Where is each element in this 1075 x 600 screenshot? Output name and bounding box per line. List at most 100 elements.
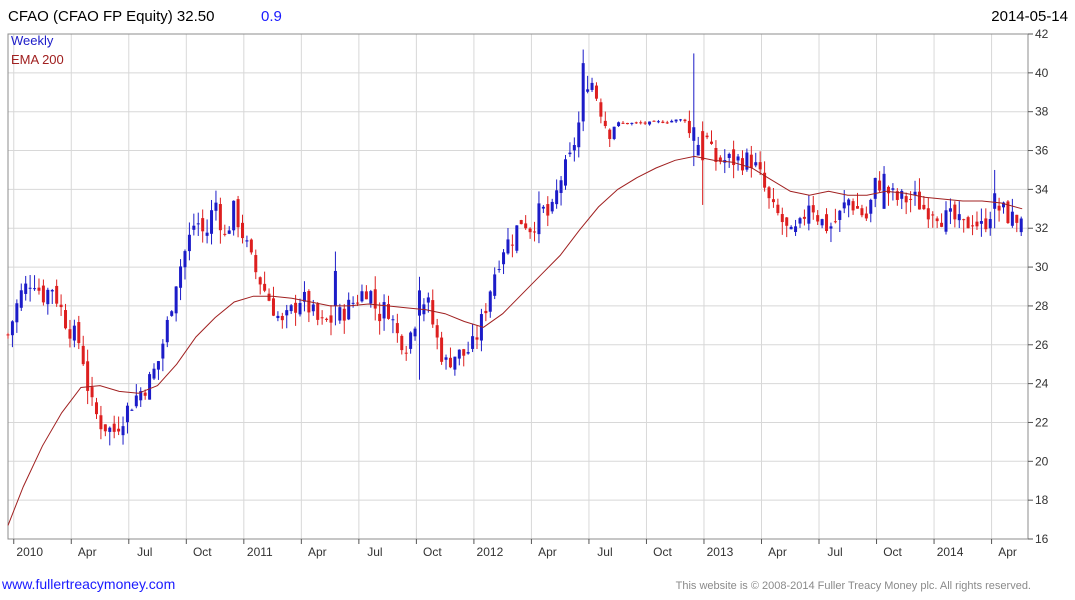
candle-body	[94, 402, 98, 415]
candle-body	[625, 122, 629, 125]
candle-body	[152, 368, 156, 379]
candle-body	[426, 297, 430, 303]
candle-body	[369, 291, 373, 304]
candle-body	[99, 415, 103, 430]
candle-body	[55, 285, 59, 304]
candle-body	[466, 352, 470, 354]
candle-body	[794, 226, 798, 232]
candle-body	[603, 120, 607, 127]
site-link[interactable]: www.fullertreacymoney.com	[2, 576, 175, 592]
candle-body	[1015, 214, 1019, 223]
candle-body	[634, 122, 638, 124]
candle-body	[249, 239, 253, 253]
candle-body	[125, 405, 129, 423]
x-tick-label: Jul	[597, 545, 612, 559]
candle-body	[320, 317, 324, 319]
candle-body	[771, 199, 775, 203]
candle-body	[825, 214, 829, 232]
candle-body	[77, 322, 81, 344]
candle-body	[754, 162, 758, 166]
candle-body	[117, 428, 121, 432]
x-tick-label: Apr	[768, 545, 787, 559]
candle-body	[940, 222, 944, 227]
candle-body	[183, 251, 187, 268]
candle-body	[276, 315, 280, 319]
candle-body	[254, 255, 258, 273]
y-tick-label: 38	[1035, 105, 1049, 119]
candle-body	[758, 162, 762, 170]
candle-body	[679, 119, 683, 121]
candle-body	[267, 293, 271, 301]
candle-body	[909, 198, 913, 200]
candle-body	[563, 159, 567, 186]
candle-body	[15, 303, 19, 323]
candle-body	[568, 152, 572, 155]
candle-body	[440, 337, 444, 362]
y-axis: 16 18 20 22 24 26 28 30 32 34 36 38 40 42	[1028, 27, 1049, 546]
candle-body	[59, 304, 63, 308]
candle-body	[537, 203, 541, 235]
candle-body	[333, 270, 337, 306]
candle-body	[864, 213, 868, 219]
candle-body	[546, 204, 550, 216]
y-tick-label: 20	[1035, 454, 1049, 468]
candle-body	[577, 122, 581, 148]
candle-body	[767, 187, 771, 199]
candle-body	[975, 221, 979, 227]
candle-body	[391, 319, 395, 321]
candle-body	[524, 223, 528, 229]
candle-body	[550, 201, 554, 212]
candle-body	[798, 218, 802, 224]
candle-body	[19, 290, 23, 308]
candle-body	[776, 204, 780, 214]
x-tick-label: 2011	[247, 545, 273, 559]
candle-body	[170, 311, 174, 316]
candle-body	[966, 217, 970, 229]
candle-body	[820, 219, 824, 226]
x-tick-label: Oct	[193, 545, 212, 559]
candle-body	[37, 287, 41, 291]
x-tick-label: Oct	[423, 545, 442, 559]
candle-body	[360, 291, 364, 302]
candle-body	[112, 423, 116, 432]
candle-body	[378, 313, 382, 322]
candle-body	[156, 361, 160, 370]
candle-body	[608, 129, 612, 139]
candle-body	[816, 215, 820, 222]
candle-body	[409, 332, 413, 349]
candle-body	[900, 190, 904, 199]
candle-body	[201, 218, 205, 232]
candle-body	[714, 147, 718, 162]
candle-body	[271, 298, 275, 316]
candle-body	[475, 337, 479, 340]
candle-body	[493, 274, 497, 296]
candle-body	[612, 126, 616, 139]
candle-body	[705, 135, 709, 138]
candle-body	[639, 122, 643, 124]
candle-body	[294, 302, 298, 313]
candle-body	[869, 199, 873, 214]
candle-body	[214, 202, 218, 211]
candle-body	[971, 225, 975, 227]
candle-body	[462, 349, 466, 356]
x-tick-label: Jul	[827, 545, 842, 559]
candle-body	[785, 217, 789, 226]
candle-body	[533, 231, 537, 233]
candle-body	[993, 193, 997, 209]
candle-body	[471, 336, 475, 349]
y-tick-label: 34	[1035, 182, 1049, 196]
candle-body	[541, 206, 545, 209]
candle-body	[829, 226, 833, 229]
x-tick-label: 2012	[477, 545, 504, 559]
candle-body	[382, 302, 386, 319]
candle-body	[979, 221, 983, 224]
candle-body	[581, 63, 585, 122]
candle-body	[670, 120, 674, 123]
candle-body	[652, 120, 656, 122]
candle-body	[674, 119, 678, 122]
candle-body	[364, 291, 368, 300]
candle-body	[431, 300, 435, 325]
candle-body	[6, 334, 10, 336]
y-tick-label: 42	[1035, 27, 1049, 41]
y-tick-label: 36	[1035, 144, 1049, 158]
